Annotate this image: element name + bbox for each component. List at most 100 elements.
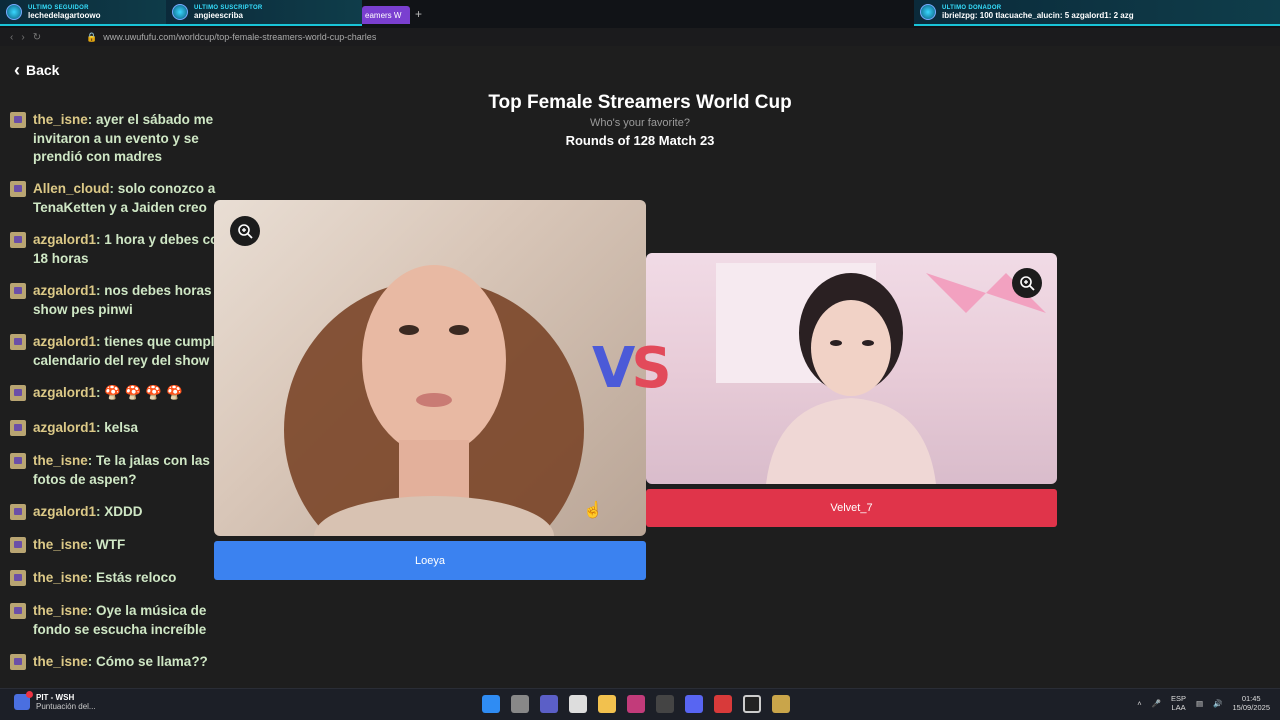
chat-message: Allen_cloud: solo conozco a TenaKetten y… xyxy=(10,180,245,217)
browser-tab[interactable]: eamers W xyxy=(362,6,410,24)
chat-message: the_isne: WTF xyxy=(10,536,245,555)
contestant-right-image[interactable] xyxy=(646,253,1057,484)
sub-badge-icon xyxy=(10,181,26,197)
donor-icon xyxy=(920,4,936,20)
chat-user: the_isne xyxy=(33,603,88,618)
chat-user: the_isne xyxy=(33,537,88,552)
discord-icon[interactable] xyxy=(685,695,703,713)
chat-user: azgalord1 xyxy=(33,385,97,400)
chat-text: kelsa xyxy=(104,420,139,435)
sub-badge-icon xyxy=(10,453,26,469)
folder-icon[interactable] xyxy=(598,695,616,713)
system-tray: ˄ 🎤 ESP LAA ▤ 🔊 01:45 15/09/2025 xyxy=(1137,694,1270,712)
portrait-right-illustration xyxy=(716,263,1046,484)
lang-layout: LAA xyxy=(1171,703,1186,712)
overlay-value: lechedelagartoowo xyxy=(28,10,101,20)
new-tab-button[interactable]: + xyxy=(415,7,422,21)
magnifier-plus-icon xyxy=(238,224,253,239)
clock[interactable]: 01:45 15/09/2025 xyxy=(1232,694,1270,712)
chat-message: azgalord1: 1 hora y debes como 18 horas xyxy=(10,231,245,268)
opera-icon[interactable] xyxy=(627,695,645,713)
chat-text: Cómo se llama?? xyxy=(96,654,208,669)
chat-user: azgalord1 xyxy=(33,420,97,435)
mic-icon[interactable]: 🎤 xyxy=(1152,699,1161,708)
overlay-label: ULTIMO SUSCRIPTOR xyxy=(194,4,263,11)
sub-badge-icon xyxy=(10,283,26,299)
chat-message: azgalord1: XDDD xyxy=(10,503,245,522)
zoom-left-button[interactable] xyxy=(230,216,260,246)
taskbar-widget[interactable]: PIT - WSH Puntuación del... xyxy=(14,691,96,711)
league-icon[interactable] xyxy=(772,695,790,713)
lock-icon: 🔒 xyxy=(86,31,98,42)
overlay-value: angieescriba xyxy=(194,10,243,20)
subscriber-icon xyxy=(172,4,188,20)
chat-message: the_isne: Estás reloco xyxy=(10,569,245,588)
chat-user: the_isne xyxy=(33,112,88,127)
sub-badge-icon xyxy=(10,420,26,436)
nav-buttons: ‹ › ↻ xyxy=(0,32,86,43)
chevron-left-icon: ‹ xyxy=(14,60,20,80)
clock-time: 01:45 xyxy=(1241,694,1261,703)
chat-user: azgalord1 xyxy=(33,504,97,519)
network-icon[interactable]: ▤ xyxy=(1196,699,1203,708)
reload-icon[interactable]: ↻ xyxy=(33,32,41,43)
zoom-right-button[interactable] xyxy=(1012,268,1042,298)
teams-icon[interactable] xyxy=(540,695,558,713)
vs-v: V xyxy=(592,336,635,401)
stream-overlay-bar: ULTIMO SEGUIDOR lechedelagartoowo ULTIMO… xyxy=(0,0,1280,28)
store-icon[interactable] xyxy=(569,695,587,713)
sub-badge-icon xyxy=(10,334,26,350)
clock-date: 15/09/2025 xyxy=(1232,703,1270,712)
app-icon xyxy=(14,691,33,710)
hand-cursor-icon: ☝ xyxy=(583,502,603,519)
address-bar: ‹ › ↻ 🔒 www.uwufufu.com/worldcup/top-fem… xyxy=(0,28,1280,46)
chat-message: the_isne: Cómo se llama?? xyxy=(10,653,245,672)
overlay-last-donor: ULTIMO DONADOR ibrielzpg: 100 tlacuache_… xyxy=(914,0,1280,26)
volume-icon[interactable]: 🔊 xyxy=(1213,699,1222,708)
chat-message: the_isne: Oye la música de fondo se escu… xyxy=(10,602,245,639)
contestant-left-image[interactable] xyxy=(214,200,646,536)
follower-icon xyxy=(6,4,22,20)
vs-label: VS xyxy=(592,336,672,401)
chat-text: XDDD xyxy=(104,504,143,519)
chevron-up-icon[interactable]: ˄ xyxy=(1137,699,1141,708)
forward-arrow-icon[interactable]: › xyxy=(21,32,24,43)
vs-s: S xyxy=(631,336,671,401)
url-field[interactable]: www.uwufufu.com/worldcup/top-female-stre… xyxy=(103,32,376,42)
choose-left-button[interactable]: Loeya xyxy=(214,541,646,580)
game-icon[interactable] xyxy=(656,695,674,713)
magnifier-plus-icon xyxy=(1020,276,1035,291)
task-view-icon[interactable] xyxy=(511,695,529,713)
language-indicator[interactable]: ESP LAA xyxy=(1171,694,1186,712)
sub-badge-icon xyxy=(10,385,26,401)
chat-user: azgalord1 xyxy=(33,283,97,298)
chat-text: WTF xyxy=(96,537,126,552)
back-arrow-icon[interactable]: ‹ xyxy=(10,32,13,43)
back-button[interactable]: ‹ Back xyxy=(14,61,59,79)
chat-message: the_isne: ayer el sábado me invitaron a … xyxy=(10,111,245,167)
chat-message: azgalord1: tienes que cumplir el calenda… xyxy=(10,333,245,370)
chrome-icon[interactable] xyxy=(743,695,761,713)
portrait-left-illustration xyxy=(284,265,584,536)
taskbar-apps xyxy=(482,695,790,713)
chat-user: azgalord1 xyxy=(33,334,97,349)
windows-taskbar: PIT - WSH Puntuación del... ˄ 🎤 ESP LAA … xyxy=(0,688,1280,720)
widget-title: PIT - WSH xyxy=(36,693,75,702)
sub-badge-icon xyxy=(10,112,26,128)
choose-right-button[interactable]: Velvet_7 xyxy=(646,489,1057,527)
red-app-icon[interactable] xyxy=(714,695,732,713)
lang-code: ESP xyxy=(1171,694,1187,703)
windows-start-icon[interactable] xyxy=(482,695,500,713)
chat-user: the_isne xyxy=(33,453,88,468)
overlay-last-follower: ULTIMO SEGUIDOR lechedelagartoowo xyxy=(0,0,180,26)
sub-badge-icon xyxy=(10,504,26,520)
sub-badge-icon xyxy=(10,232,26,248)
chat-message: the_isne: Te la jalas con las fotos de a… xyxy=(10,452,245,489)
chat-text: Estás reloco xyxy=(96,570,177,585)
chat-user: azgalord1 xyxy=(33,232,97,247)
sub-badge-icon xyxy=(10,603,26,619)
chat-text: 🍄 🍄 🍄 🍄 xyxy=(104,385,183,400)
sub-badge-icon xyxy=(10,570,26,586)
chat-message: azgalord1: nos debes horas de show pes p… xyxy=(10,282,245,319)
back-label: Back xyxy=(26,62,60,78)
